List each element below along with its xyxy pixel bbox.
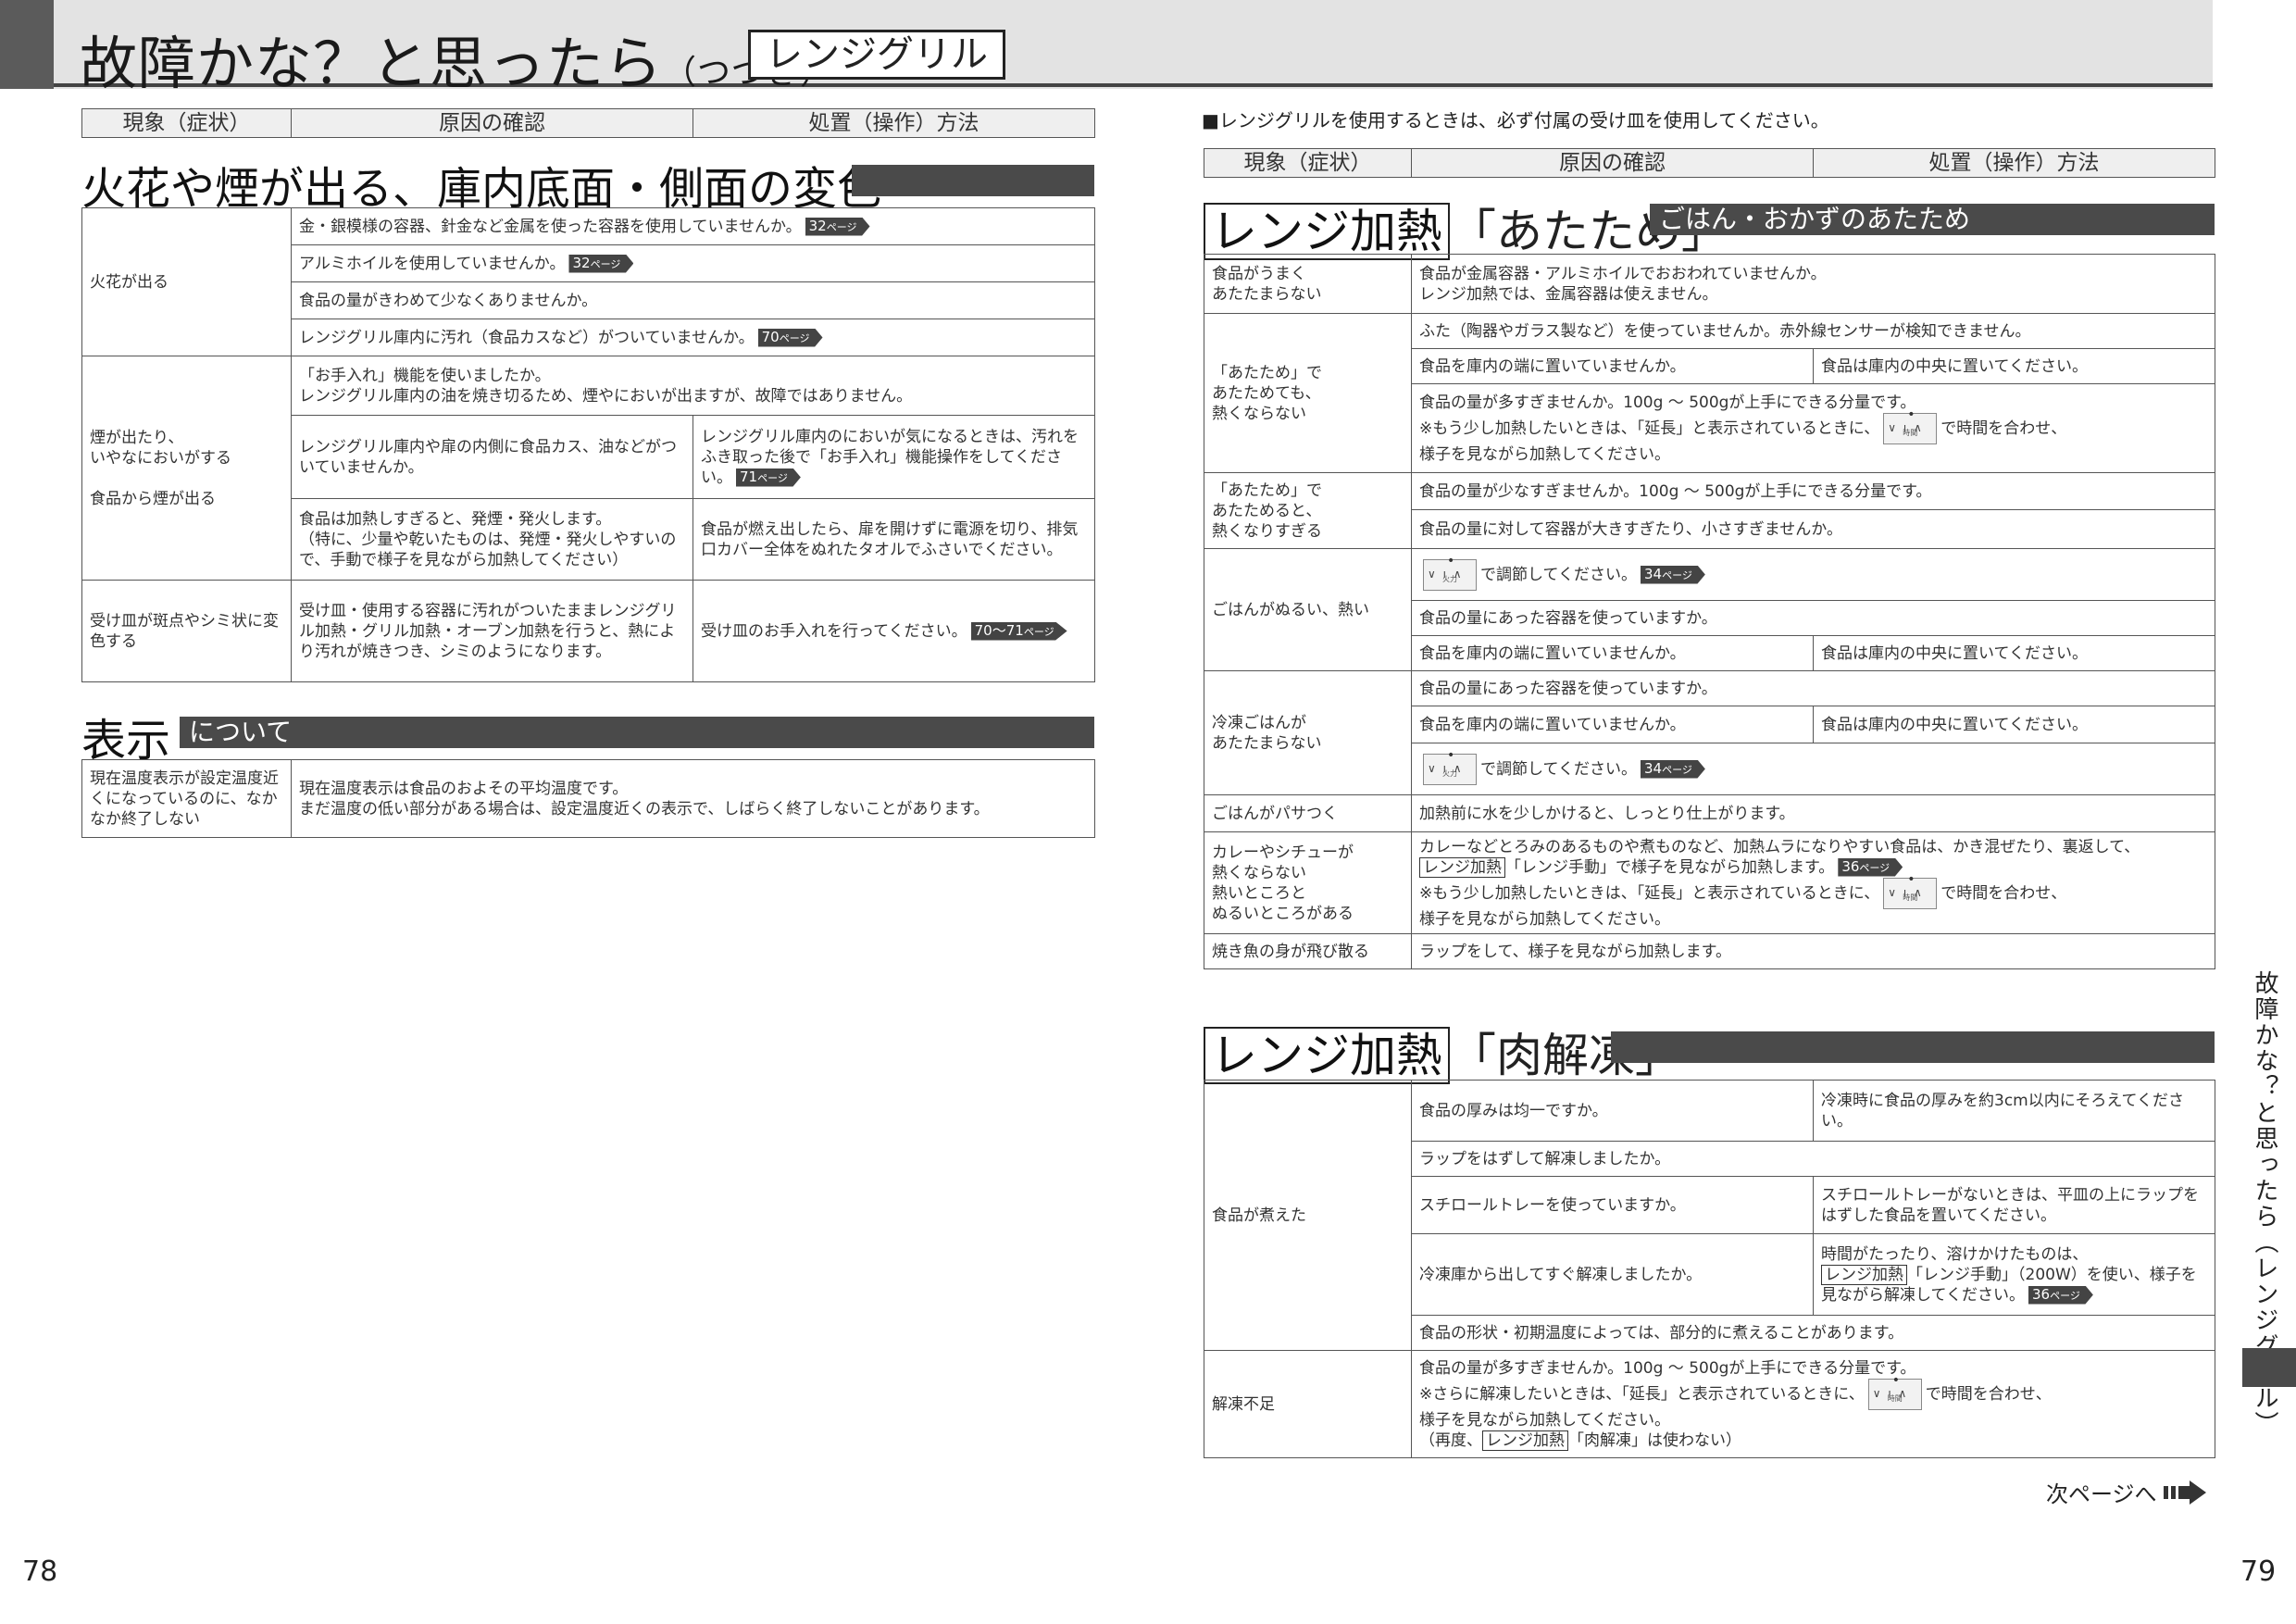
atatame-table: 食品がうまく あたたまらない 食品が金属容器・アルミホイルでおおわれていませんか…: [1204, 254, 2215, 969]
symptom-frozen: 冷凍ごはんが あたたまらない: [1204, 670, 1412, 795]
list-item: 冷凍時に食品の厚みを約3cm以内にそろえてください。: [1813, 1080, 2215, 1142]
next-page-link[interactable]: 次ページへ: [2046, 1476, 2208, 1510]
usage-note: ■レンジグリルを使用するときは、必ず付属の受け皿を使用してください。: [1202, 109, 1829, 131]
header-action: 処置（操作）方法: [1813, 148, 2215, 178]
spark-smoke-table: 火花が出る 金・銀模様の容器、針金など金属を使った容器を使用していませんか。 32…: [81, 207, 1096, 682]
page-ref: 71ページ: [736, 468, 801, 487]
kaitou-table: 食品が煮えた 食品の厚みは均一ですか。 冷凍時に食品の厚みを約3cm以内にそろえ…: [1204, 1080, 2215, 1458]
symptom-curry: カレーやシチューが 熱くならない 熱いところと ぬるいところがある: [1204, 831, 1412, 934]
category-badge: レンジグリル: [748, 30, 1005, 80]
symptom-tray: 受け皿が斑点やシミ状に変色する: [81, 580, 292, 682]
page-title: 故障かな？と思ったら（つづき）: [80, 17, 834, 100]
list-item: 食品は庫内の中央に置いてください。: [1813, 706, 2215, 743]
list-item: 食品の量がきわめて少なくありませんか。: [290, 281, 1096, 319]
right-table-header: 現象（症状） 原因の確認 処置（操作）方法: [1204, 148, 2215, 178]
list-item: 食品が燃え出したら、扉を開けずに電源を切り、排気口カバー全体をぬれたタオルでふさ…: [692, 498, 1096, 581]
symptom-atatame: 「あたため」で あたためても、 熱くならない: [1204, 313, 1412, 473]
list-item: 食品の量が多すぎませんか。100g 〜 500gが上手にできる分量です。 ※もう少…: [1411, 383, 2215, 473]
list-item: 食品を庫内の端に置いていませんか。: [1411, 348, 1814, 384]
symptom-fish: 焼き魚の身が飛び散る: [1204, 933, 1412, 969]
list-item: 食品の量が少なすぎませんか。100g 〜 500gが上手にできる分量です。: [1411, 472, 2215, 510]
list-item: 現在温度表示は食品のおよその平均温度です。 まだ温度の低い部分がある場合は、設定…: [291, 759, 1095, 838]
time-dial-icon: 時間: [1867, 1370, 1922, 1410]
page-ref: 70〜71ページ: [970, 621, 1067, 641]
side-index-tab: [2242, 1348, 2296, 1387]
symptom-hot: 「あたため」で あたためると、 熱くなりすぎる: [1204, 472, 1412, 549]
list-item: スチロールトレーを使っていますか。: [1411, 1176, 1814, 1234]
mode-badge-inline: レンジ加熱: [1821, 1264, 1907, 1285]
list-item: 食品が金属容器・アルミホイルでおおわれていませんか。 レンジ加熱では、金属容器は…: [1411, 254, 2215, 314]
list-item: 食品の量に対して容器が大きすぎたり、小さすぎませんか。: [1411, 509, 2215, 549]
time-dial-icon: 時間: [1883, 405, 1938, 444]
list-item: 食品を庫内の端に置いていませんか。: [1411, 635, 1814, 671]
page-ref: 34ページ: [1640, 759, 1705, 779]
list-item: 火力で調節してください。34ページ: [1411, 548, 2215, 601]
list-item: カレーなどとろみのあるものや煮ものなど、加熱ムラになりやすい食品は、かき混ぜたり…: [1411, 831, 2215, 934]
header-cause: 原因の確認: [291, 108, 693, 138]
mode-badge: レンジ加熱: [1204, 203, 1450, 260]
page-ref: 32ページ: [805, 217, 870, 236]
list-item: 「お手入れ」機能を使いましたか。 レンジグリル庫内の油を焼き切るため、煙やにおい…: [290, 356, 1096, 416]
section-heading-kaitou: レンジ加熱 「肉解凍」: [1204, 1018, 1681, 1085]
header-symptom: 現象（症状）: [81, 108, 292, 138]
list-item: 金・銀模様の容器、針金など金属を使った容器を使用していませんか。 32ページ: [290, 207, 1096, 245]
list-item: ラップをして、様子を見ながら加熱します。: [1411, 933, 2215, 969]
list-item: 食品は庫内の中央に置いてください。: [1813, 348, 2215, 384]
page-number-left: 78: [22, 1555, 58, 1588]
header-accent: [0, 0, 54, 89]
list-item: 食品の量にあった容器を使っていますか。: [1411, 670, 2215, 706]
page-ref: 32ページ: [568, 254, 634, 273]
list-item: 食品の形状・初期温度によっては、部分的に煮えることがあります。: [1411, 1315, 2215, 1351]
list-item: ラップをはずして解凍しましたか。: [1411, 1141, 2215, 1177]
page-number-right: 79: [2240, 1555, 2277, 1588]
list-item: 食品の量が多すぎませんか。100g 〜 500gが上手にできる分量です。 ※さらに…: [1411, 1350, 2215, 1458]
list-item: 食品は加熱しすぎると、発煙・発火します。 （特に、少量や乾いたものは、発煙・発火…: [291, 498, 693, 581]
page-ref: 36ページ: [2028, 1285, 2093, 1305]
page-ref: 34ページ: [1640, 565, 1705, 584]
list-item: スチロールトレーがないときは、平皿の上にラップをはずした食品を置いてください。: [1813, 1176, 2215, 1234]
page-ref: 36ページ: [1838, 857, 1903, 877]
symptom-boiled: 食品が煮えた: [1204, 1080, 1412, 1351]
time-dial-icon: 時間: [1883, 869, 1938, 909]
list-item: 受け皿のお手入れを行ってください。 70〜71ページ: [692, 580, 1096, 682]
page-ref: 70ページ: [757, 328, 823, 347]
list-item: 火力で調節してください。34ページ: [1411, 743, 2215, 795]
list-item: 受け皿・使用する容器に汚れがついたままレンジグリル加熱・グリル加熱・オーブン加熱…: [291, 580, 693, 682]
mode-badge: レンジ加熱: [1204, 1027, 1450, 1084]
symptom-notwarm: 食品がうまく あたたまらない: [1204, 254, 1412, 314]
header-symptom: 現象（症状）: [1204, 148, 1412, 178]
arrow-right-icon: [2164, 1480, 2208, 1510]
header-action: 処置（操作）方法: [693, 108, 1095, 138]
fire-dial-icon: 火力: [1423, 745, 1477, 785]
list-item: アルミホイルを使用していませんか。 32ページ: [290, 244, 1096, 282]
mode-badge-inline: レンジ加熱: [1482, 1430, 1568, 1451]
list-item: レンジグリル庫内のにおいが気になるときは、汚れをふき取った後で「お手入れ」機能操…: [692, 415, 1096, 499]
list-item: 食品を庫内の端に置いていませんか。: [1411, 706, 1814, 743]
list-item: 食品の厚みは均一ですか。: [1411, 1080, 1814, 1142]
fire-dial-icon: 火力: [1423, 551, 1477, 591]
list-item: 時間がたったり、溶けかけたものは、 レンジ加熱 「レンジ手動」（200W）を使い、様…: [1813, 1233, 2215, 1316]
display-table: 現在温度表示が設定温度近くになっているのに、なかなか終了しない 現在温度表示は食…: [81, 759, 1095, 838]
section-bar-kaitou: [1611, 1031, 2215, 1063]
section-bar-display: について: [180, 717, 1094, 748]
list-item: 加熱前に水を少しかけると、しっとり仕上がります。: [1411, 794, 2215, 832]
mode-badge-inline: レンジ加熱: [1419, 856, 1505, 878]
list-item: レンジグリル庫内や扉の内側に食品カス、油などがついていませんか。: [291, 415, 693, 499]
list-item: 冷凍庫から出してすぐ解凍しましたか。: [1411, 1233, 1814, 1316]
symptom-rice: ごはんがぬるい、熱い: [1204, 548, 1412, 671]
list-item: レンジグリル庫内に汚れ（食品カスなど）がついていませんか。 70ページ: [290, 319, 1096, 356]
section-bar: [852, 165, 1094, 196]
list-item: 食品は庫内の中央に置いてください。: [1813, 635, 2215, 671]
section-bar-atatame: ごはん・おかずのあたため: [1650, 204, 2215, 235]
symptom-smoke: 煙が出たり、 いやなにおいがする 食品から煙が出る: [81, 356, 292, 581]
left-table-header: 現象（症状） 原因の確認 処置（操作）方法: [81, 108, 1095, 138]
symptom-dry: ごはんがパサつく: [1204, 794, 1412, 832]
list-item: ふた（陶器やガラス製など）を使っていませんか。赤外線センサーが検知できません。: [1411, 313, 2215, 349]
symptom-under: 解凍不足: [1204, 1350, 1412, 1458]
list-item: 食品の量にあった容器を使っていますか。: [1411, 600, 2215, 636]
symptom-temp: 現在温度表示が設定温度近くになっているのに、なかなか終了しない: [81, 759, 292, 838]
header-cause: 原因の確認: [1411, 148, 1814, 178]
symptom-spark: 火花が出る: [81, 207, 292, 356]
